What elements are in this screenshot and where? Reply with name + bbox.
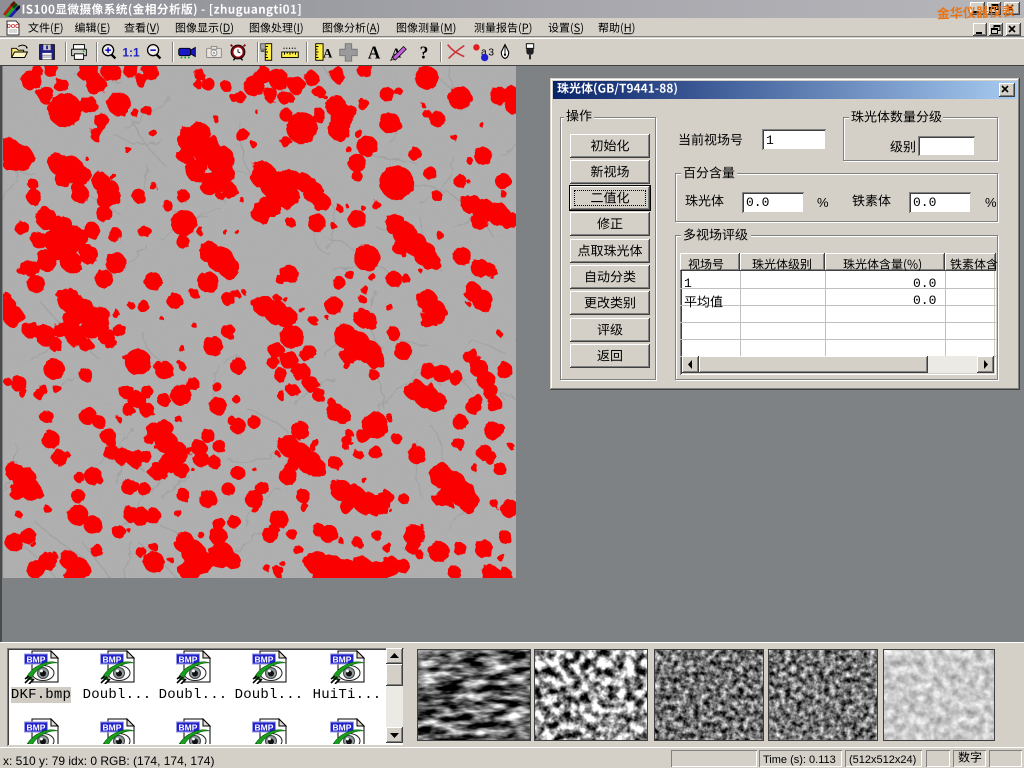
- svg-text:BMP: BMP: [27, 723, 46, 733]
- svg-text:A: A: [323, 47, 333, 61]
- svg-text:BMP: BMP: [333, 723, 352, 733]
- svg-text:BMP: BMP: [255, 723, 274, 733]
- svg-text:BMP: BMP: [179, 723, 198, 733]
- svg-text:3: 3: [488, 48, 494, 59]
- svg-text:BMP: BMP: [179, 655, 198, 665]
- svg-text:BMP: BMP: [255, 655, 274, 665]
- svg-text:?: ?: [420, 42, 429, 62]
- svg-text:BMP: BMP: [333, 655, 352, 665]
- svg-text:BMP: BMP: [27, 655, 46, 665]
- svg-text:1:1: 1:1: [122, 46, 140, 60]
- svg-text:BMP: BMP: [103, 723, 122, 733]
- svg-text:BMP: BMP: [103, 655, 122, 665]
- svg-text:DOC: DOC: [7, 24, 19, 30]
- svg-text:A: A: [368, 42, 381, 62]
